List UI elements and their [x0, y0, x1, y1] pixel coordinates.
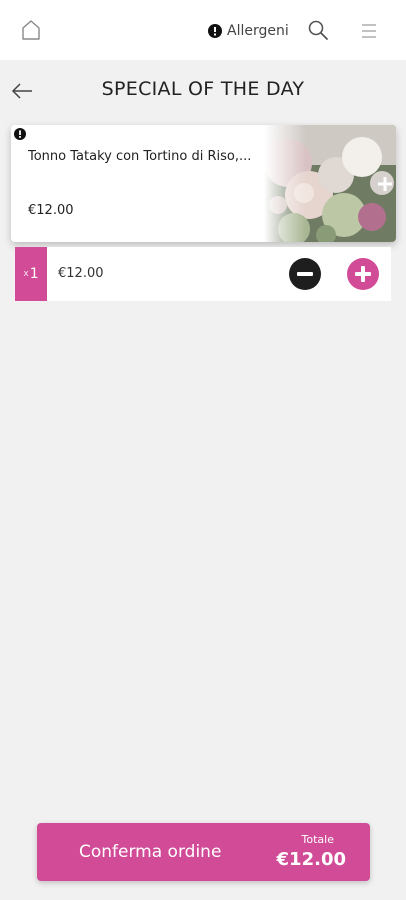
allergen-label: Allergeni: [227, 23, 289, 39]
home-icon[interactable]: [19, 18, 43, 42]
quantity-row: x 1 €12.00: [15, 247, 391, 301]
search-icon[interactable]: [307, 19, 329, 41]
top-bar: Allergeni: [0, 0, 406, 60]
product-price: €12.00: [28, 203, 74, 218]
confirm-order-button[interactable]: Conferma ordine Totale €12.00: [37, 823, 370, 881]
quantity-prefix: x: [23, 269, 29, 279]
page-title: SPECIAL OF THE DAY: [101, 78, 305, 100]
add-icon[interactable]: [376, 175, 394, 193]
allergen-button[interactable]: Allergeni: [208, 20, 289, 42]
decrease-quantity-button[interactable]: [289, 258, 321, 290]
quantity-badge: x 1: [15, 247, 47, 301]
product-name: Tonno Tataky con Tortino di Riso,...: [28, 149, 252, 164]
alert-icon: [14, 128, 26, 140]
total-value: €12.00: [276, 849, 346, 870]
line-price: €12.00: [58, 266, 104, 281]
product-card[interactable]: Tonno Tataky con Tortino di Riso,... €12…: [11, 125, 396, 242]
menu-icon[interactable]: [360, 22, 378, 40]
quantity-value: 1: [29, 266, 39, 282]
total-label: Totale: [301, 833, 334, 846]
alert-icon: [208, 24, 222, 38]
confirm-order-label: Conferma ordine: [79, 842, 222, 862]
increase-quantity-button[interactable]: [347, 258, 379, 290]
photo-fade: [264, 125, 306, 242]
